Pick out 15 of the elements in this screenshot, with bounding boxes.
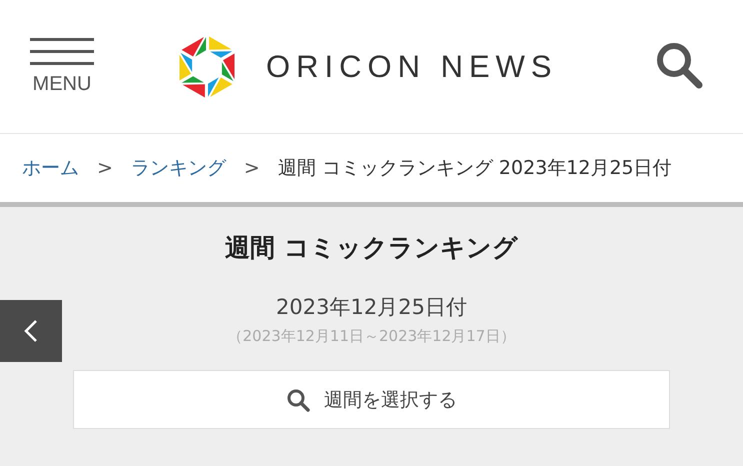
ranking-title: 週間 コミックランキング [225, 232, 518, 264]
menu-button[interactable]: MENU [30, 37, 94, 96]
logo-text: ORICON NEWS [266, 48, 558, 84]
breadcrumb-separator: > [244, 157, 260, 179]
breadcrumb-link[interactable]: ランキング [130, 155, 226, 181]
breadcrumb-separator: > [97, 157, 113, 179]
search-icon [286, 388, 310, 412]
chevron-left-icon [24, 319, 38, 343]
breadcrumb-link[interactable]: ホーム [22, 155, 79, 181]
breadcrumb-current: 週間 コミックランキング 2023年12月25日付 [278, 156, 672, 181]
search-icon [655, 41, 703, 89]
ranking-date: 2023年12月25日付 [276, 294, 467, 321]
select-week-button[interactable]: 週間を選択する [73, 370, 670, 429]
ranking-period: （2023年12月11日～2023年12月17日） [228, 327, 516, 346]
menu-icon [30, 37, 94, 67]
